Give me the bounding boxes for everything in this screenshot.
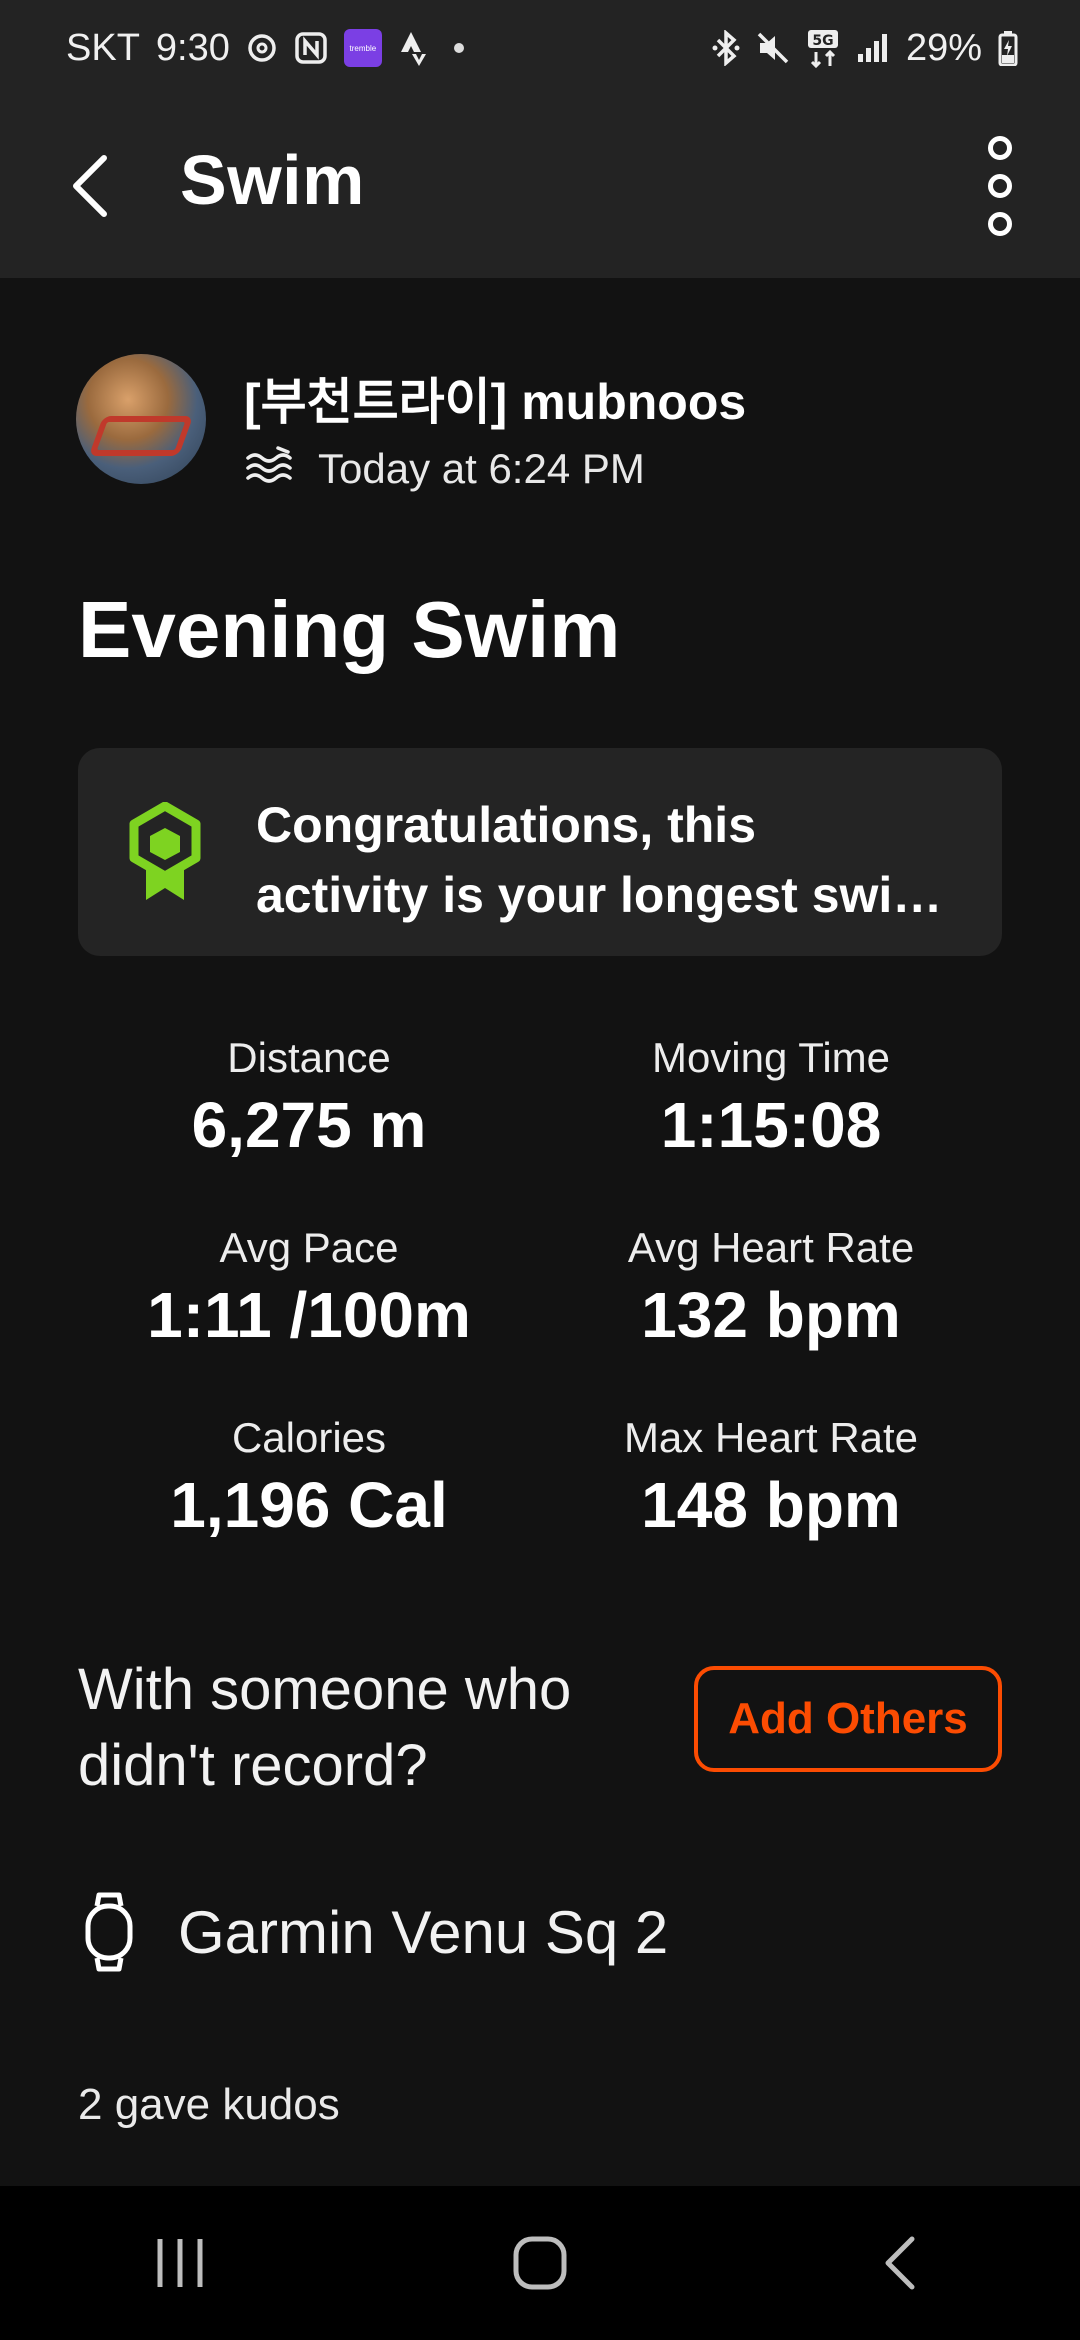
5g-icon: 5G (806, 28, 840, 68)
status-bar: SKT 9:30 tremble 5G 29% (0, 0, 1080, 96)
stat-moving-time: Moving Time 1:15:08 (540, 1034, 1002, 1162)
more-dot-icon (988, 174, 1012, 198)
home-icon (513, 2236, 567, 2290)
add-others-prompt: With someone who didn't record? (78, 1652, 571, 1804)
app-badge-label: tremble (349, 43, 377, 53)
app-bar: Swim (0, 96, 1080, 278)
recents-icon (157, 2239, 203, 2287)
status-left: SKT 9:30 tremble (66, 27, 464, 70)
strava-icon (398, 30, 428, 66)
app-badge-icon: tremble (343, 29, 382, 67)
page-title: Swim (180, 141, 365, 219)
notification-dot (453, 43, 464, 53)
stat-label: Avg Heart Rate (627, 1224, 915, 1271)
athlete-name[interactable]: [부천트라이] mubnoos (244, 362, 746, 434)
activity-meta: Today at 6:24 PM (244, 444, 645, 494)
stat-label: Moving Time (651, 1034, 891, 1081)
stat-calories: Calories 1,196 Cal (78, 1414, 540, 1542)
stat-value: 132 bpm (641, 1279, 901, 1351)
achievement-line-2: activity is your longest swi… (256, 867, 943, 923)
activity-title: Evening Swim (78, 585, 621, 674)
achievement-medal-icon (129, 802, 201, 900)
watch-icon (85, 1892, 133, 1972)
chevron-left-icon (73, 155, 107, 217)
stat-value: 1:15:08 (660, 1089, 882, 1161)
kudos-count[interactable]: 2 gave kudos (78, 2080, 340, 2130)
home-button[interactable] (480, 2213, 600, 2313)
stat-label: Calories (231, 1414, 387, 1461)
stat-avg-heart-rate: Avg Heart Rate 132 bpm (540, 1224, 1002, 1352)
activity-screen: SKT 9:30 tremble 5G 29% Swim [부천트라이] mub… (0, 0, 1080, 2340)
status-right: 5G 29% (712, 27, 1018, 70)
battery-icon (998, 30, 1018, 66)
stat-avg-pace: Avg Pace 1:11 /100m (78, 1224, 540, 1352)
stat-label: Avg Pace (219, 1224, 399, 1271)
battery-percent: 29% (905, 26, 982, 69)
clock: 9:30 (155, 26, 230, 69)
recents-button[interactable] (120, 2213, 240, 2313)
more-dot-icon (988, 212, 1012, 236)
bluetooth-icon (712, 30, 740, 66)
stat-value: 1:11 /100m (147, 1279, 471, 1351)
stat-distance: Distance 6,275 m (78, 1034, 540, 1162)
signal-icon (856, 32, 890, 64)
activity-time: Today at 6:24 PM (318, 445, 645, 492)
mute-icon (756, 31, 790, 65)
prompt-line-1: With someone who (78, 1657, 572, 1722)
system-nav-bar (0, 2186, 1080, 2340)
stat-label: Max Heart Rate (623, 1414, 919, 1461)
back-button[interactable] (60, 146, 120, 226)
achievement-banner[interactable]: Congratulations, this activity is your l… (78, 748, 1002, 956)
more-dot-icon (988, 136, 1012, 160)
carrier-label: SKT (66, 26, 140, 69)
back-arrow-icon (885, 2236, 915, 2290)
stat-value: 148 bpm (641, 1469, 901, 1541)
threads-icon (246, 31, 278, 65)
device-row: Garmin Venu Sq 2 (84, 1892, 668, 1972)
stat-max-heart-rate: Max Heart Rate 148 bpm (540, 1414, 1002, 1542)
add-others-button[interactable]: Add Others (694, 1666, 1002, 1772)
swim-icon (244, 444, 296, 494)
system-back-button[interactable] (840, 2213, 960, 2313)
nfc-icon (294, 31, 328, 65)
stat-value: 1,196 Cal (170, 1469, 448, 1541)
more-options-button[interactable] (972, 136, 1028, 236)
achievement-text: Congratulations, this activity is your l… (256, 790, 976, 930)
device-name: Garmin Venu Sq 2 (178, 1898, 669, 1966)
achievement-line-1: Congratulations, this (256, 797, 756, 853)
stat-label: Distance (227, 1034, 391, 1081)
svg-text:5G: 5G (812, 33, 833, 49)
prompt-line-2: didn't record? (78, 1733, 428, 1798)
avatar[interactable] (76, 354, 206, 484)
avatar-photo (88, 416, 194, 456)
stat-value: 6,275 m (191, 1089, 427, 1161)
